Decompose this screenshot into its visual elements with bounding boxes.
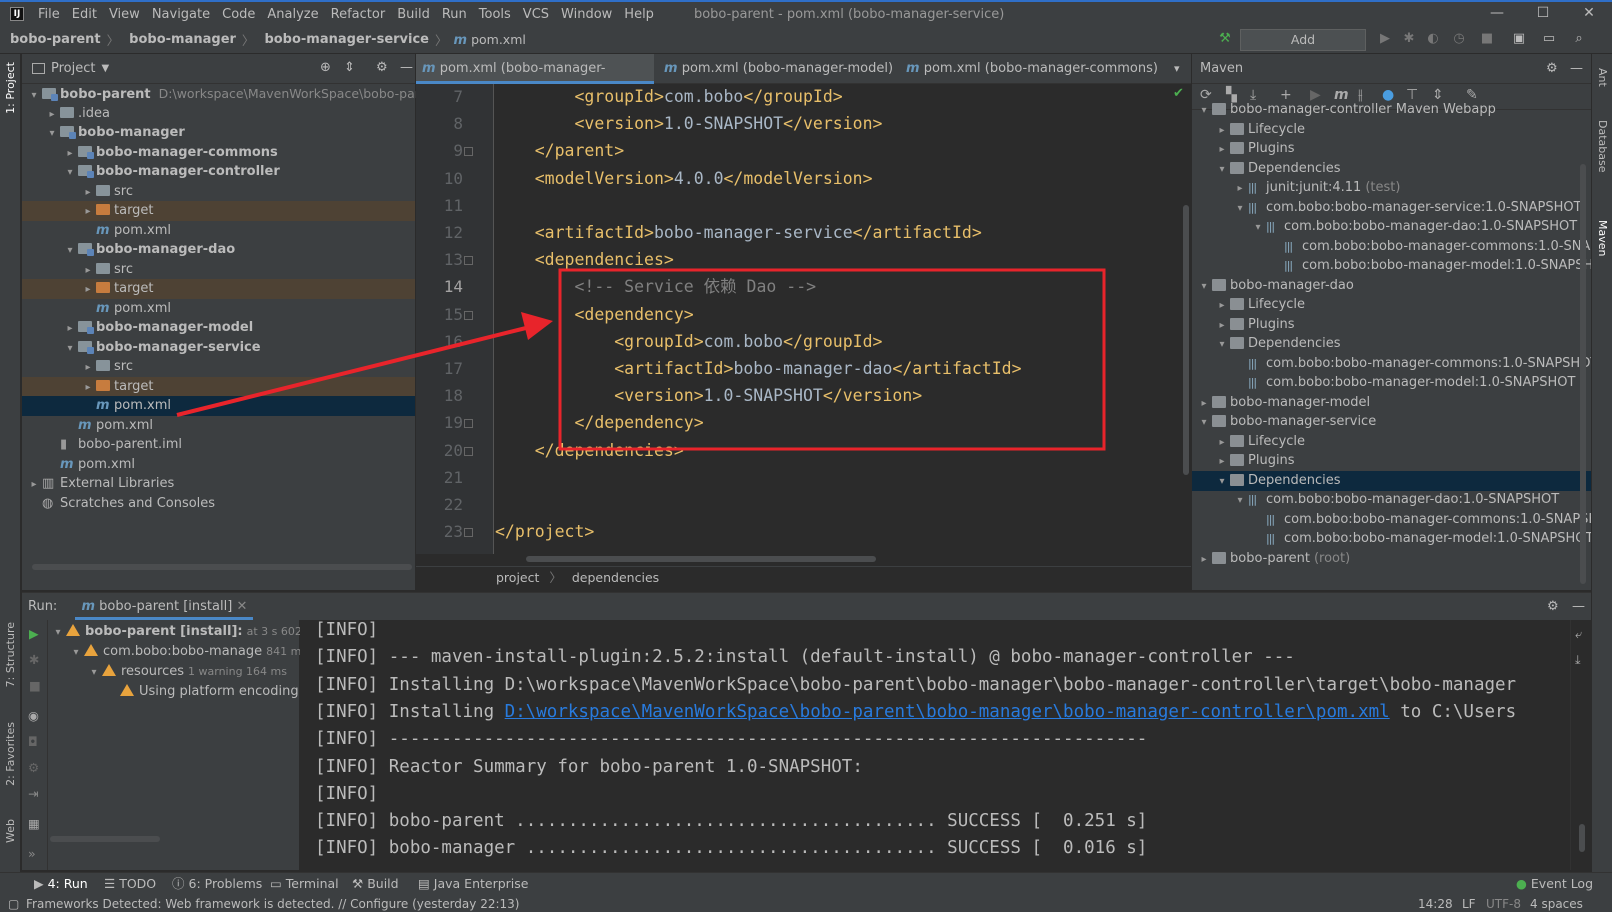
annotation-overlay [176, 268, 1106, 451]
annotation-arrow-head [521, 312, 553, 340]
highlight-box [558, 268, 1106, 451]
annotation-arrow-line [176, 325, 531, 417]
